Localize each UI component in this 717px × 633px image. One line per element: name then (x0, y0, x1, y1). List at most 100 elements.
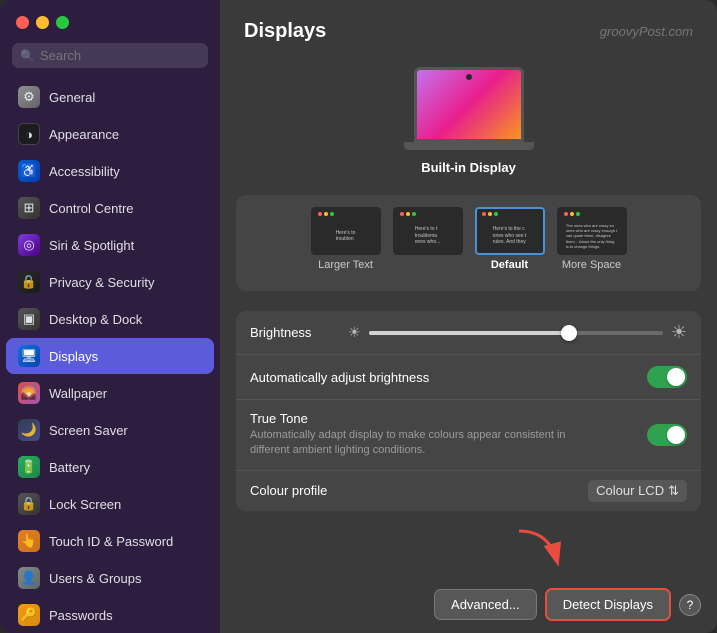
lock-icon: 🔒 (18, 493, 40, 515)
search-bar[interactable]: 🔍 (12, 43, 208, 68)
display-preview: Built-in Display (220, 57, 717, 195)
sidebar-item-accessibility[interactable]: ♿ Accessibility (6, 153, 214, 189)
auto-brightness-label-group: Automatically adjust brightness (250, 370, 429, 385)
sidebar-label-siri: Siri & Spotlight (49, 238, 134, 253)
res-preview-larger: Here's totroublen (311, 207, 381, 255)
traffic-lights (0, 0, 220, 39)
sidebar-item-passwords[interactable]: 🔑 Passwords (6, 597, 214, 633)
sidebar-label-control: Control Centre (49, 201, 134, 216)
brightness-low-icon: ☀ (348, 324, 361, 341)
wallpaper-icon: 🌄 (18, 382, 40, 404)
sidebar-item-battery[interactable]: 🔋 Battery (6, 449, 214, 485)
resolution-larger[interactable]: Here's totroublen Larger Text (311, 207, 381, 271)
sidebar-item-appearance[interactable]: ◑ Appearance (6, 116, 214, 152)
touchid-icon: 👆 (18, 530, 40, 552)
res-label-larger: Larger Text (318, 259, 373, 271)
colour-profile-value-text: Colour LCD (596, 483, 664, 498)
watermark: groovyPost.com (600, 24, 693, 39)
res-preview-more-space: The ones who are crazy enones who are cr… (557, 207, 627, 255)
minimize-button[interactable] (36, 16, 49, 29)
passwords-icon: 🔑 (18, 604, 40, 626)
true-tone-label-group: True Tone Automatically adapt display to… (250, 411, 590, 459)
settings-section: Brightness ☀ ☀ Automatically adjust brig… (236, 311, 701, 511)
brightness-row: Brightness ☀ ☀ (236, 311, 701, 355)
colour-profile-label: Colour profile (250, 483, 327, 498)
true-tone-title: True Tone (250, 411, 590, 426)
main-header: Displays groovyPost.com (220, 0, 717, 57)
sidebar: 🔍 ⚙ General ◑ Appearance ♿ Accessibility… (0, 0, 220, 633)
laptop-display-screen (414, 67, 524, 142)
sidebar-item-lock[interactable]: 🔒 Lock Screen (6, 486, 214, 522)
maximize-button[interactable] (56, 16, 69, 29)
sidebar-label-users: Users & Groups (49, 571, 141, 586)
sidebar-label-wallpaper: Wallpaper (49, 386, 107, 401)
true-tone-toggle[interactable] (647, 424, 687, 446)
desktop-icon: ▣ (18, 308, 40, 330)
general-icon: ⚙ (18, 86, 40, 108)
res-label-more-space: More Space (562, 259, 621, 271)
search-input[interactable] (40, 48, 200, 63)
users-icon: 👤 (18, 567, 40, 589)
siri-icon: ◎ (18, 234, 40, 256)
sidebar-label-appearance: Appearance (49, 127, 119, 142)
sidebar-item-control[interactable]: ⊞ Control Centre (6, 190, 214, 226)
brightness-high-icon: ☀ (671, 322, 687, 343)
detect-displays-button[interactable]: Detect Displays (545, 588, 671, 621)
sidebar-label-desktop: Desktop & Dock (49, 312, 142, 327)
arrow-annotation (509, 526, 569, 581)
brightness-thumb[interactable] (561, 325, 577, 341)
displays-icon: 🖥 (18, 345, 40, 367)
res-label-default: Default (491, 259, 528, 271)
sidebar-label-screensaver: Screen Saver (49, 423, 128, 438)
screensaver-icon: 🌙 (18, 419, 40, 441)
auto-brightness-row: Automatically adjust brightness (236, 355, 701, 400)
colour-profile-dropdown[interactable]: Colour LCD ⇅ (588, 480, 687, 502)
brightness-label: Brightness (250, 325, 340, 340)
sidebar-label-accessibility: Accessibility (49, 164, 120, 179)
auto-brightness-title: Automatically adjust brightness (250, 370, 429, 385)
sidebar-label-touchid: Touch ID & Password (49, 534, 173, 549)
control-icon: ⊞ (18, 197, 40, 219)
true-tone-subtitle: Automatically adapt display to make colo… (250, 428, 590, 459)
brightness-fill (369, 331, 569, 335)
resolution-more-space[interactable]: The ones who are crazy enones who are cr… (557, 207, 627, 271)
appearance-icon: ◑ (18, 123, 40, 145)
advanced-button[interactable]: Advanced... (434, 589, 537, 620)
main-content: Displays groovyPost.com Built-in Display… (220, 0, 717, 633)
auto-brightness-toggle[interactable] (647, 366, 687, 388)
page-title: Displays (244, 20, 326, 43)
sidebar-item-touchid[interactable]: 👆 Touch ID & Password (6, 523, 214, 559)
battery-icon: 🔋 (18, 456, 40, 478)
sidebar-label-battery: Battery (49, 460, 90, 475)
colour-profile-row: Colour profile Colour LCD ⇅ (236, 471, 701, 511)
colour-profile-chevron-icon: ⇅ (668, 483, 679, 499)
accessibility-icon: ♿ (18, 160, 40, 182)
close-button[interactable] (16, 16, 29, 29)
sidebar-label-displays: Displays (49, 349, 98, 364)
sidebar-item-users[interactable]: 👤 Users & Groups (6, 560, 214, 596)
resolution-medium[interactable]: Here's to ttroublemaones who... (393, 207, 463, 271)
sidebar-label-passwords: Passwords (49, 608, 113, 623)
laptop-base (404, 142, 534, 150)
sidebar-item-privacy[interactable]: 🔒 Privacy & Security (6, 264, 214, 300)
resolution-default[interactable]: Here's to the cones who see trules. And … (475, 207, 545, 271)
privacy-icon: 🔒 (18, 271, 40, 293)
sidebar-label-privacy: Privacy & Security (49, 275, 154, 290)
res-preview-default: Here's to the cones who see trules. And … (475, 207, 545, 255)
help-button[interactable]: ? (679, 594, 701, 616)
sidebar-item-displays[interactable]: 🖥 Displays (6, 338, 214, 374)
resolution-options: Here's totroublen Larger Text Here's to … (248, 207, 689, 271)
sidebar-item-siri[interactable]: ◎ Siri & Spotlight (6, 227, 214, 263)
sidebar-item-general[interactable]: ⚙ General (6, 79, 214, 115)
sidebar-label-general: General (49, 90, 95, 105)
brightness-slider[interactable] (369, 331, 663, 335)
sidebar-item-screensaver[interactable]: 🌙 Screen Saver (6, 412, 214, 448)
sidebar-item-wallpaper[interactable]: 🌄 Wallpaper (6, 375, 214, 411)
display-name: Built-in Display (421, 160, 516, 175)
bottom-bar: Advanced... Detect Displays ? (220, 576, 717, 633)
sidebar-item-desktop[interactable]: ▣ Desktop & Dock (6, 301, 214, 337)
res-preview-medium: Here's to ttroublemaones who... (393, 207, 463, 255)
true-tone-row: True Tone Automatically adapt display to… (236, 400, 701, 471)
search-icon: 🔍 (20, 49, 35, 63)
resolution-section: Here's totroublen Larger Text Here's to … (236, 195, 701, 291)
